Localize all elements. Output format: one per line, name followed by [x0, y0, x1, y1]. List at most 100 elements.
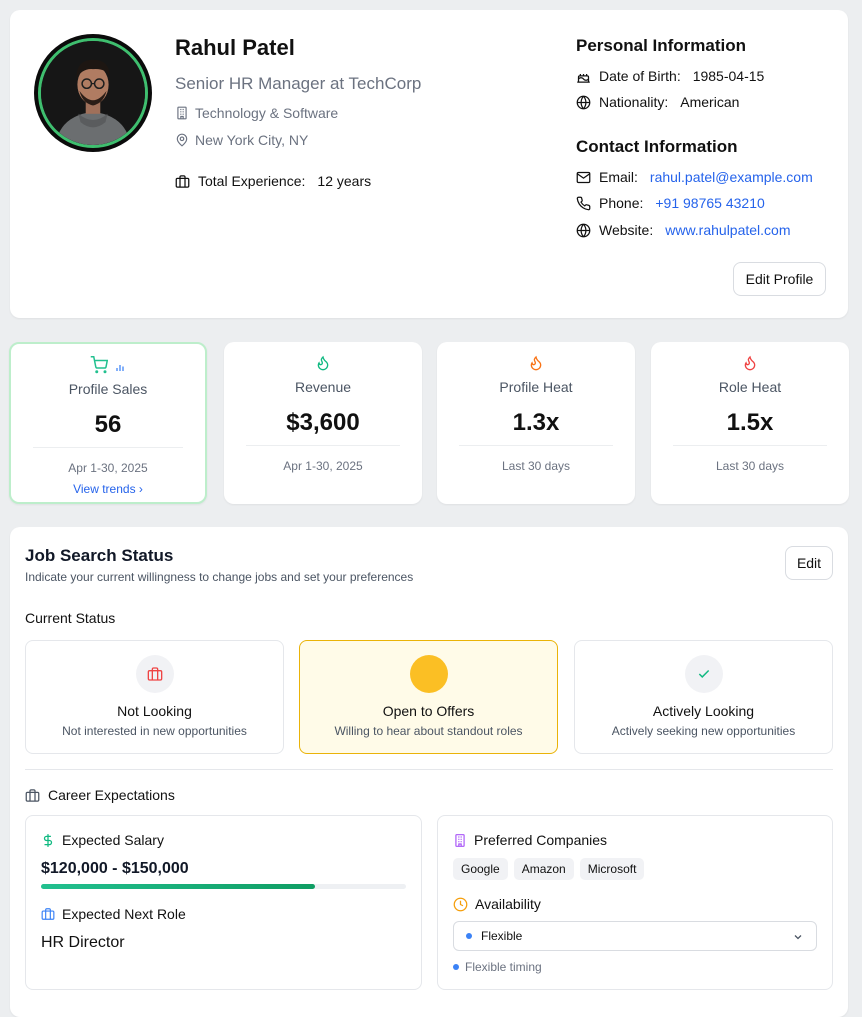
salary-bar-fill: [41, 884, 315, 889]
contact-info-heading: Contact Information: [576, 137, 738, 156]
experience-value: 12 years: [317, 173, 372, 189]
company-chips: Google Amazon Microsoft: [453, 858, 645, 880]
stat-label: Revenue: [294, 379, 352, 395]
clock-icon: [453, 897, 468, 911]
nationality-label: Nationality:: [599, 94, 669, 110]
profile-title: Senior HR Manager at TechCorp: [175, 74, 422, 93]
edit-profile-button[interactable]: Edit Profile: [733, 262, 826, 296]
stat-label: Role Heat: [718, 379, 782, 395]
mail-icon: [576, 171, 591, 183]
briefcase-icon: [175, 174, 190, 188]
stat-period: Last 30 days: [501, 459, 571, 473]
salary-value: $120,000 - $150,000: [41, 860, 189, 877]
nationality-row: Nationality: American: [576, 94, 739, 110]
stat-value: 1.5x: [726, 409, 774, 436]
profile-card: Rahul Patel Senior HR Manager at TechCor…: [10, 10, 848, 318]
globe-icon: [576, 223, 591, 237]
phone-icon: [576, 196, 591, 210]
view-trends-link[interactable]: View trends ›: [11, 482, 205, 496]
stat-value: $3,600: [286, 409, 360, 436]
circle-icon: [409, 655, 448, 693]
dob-value: 1985-04-15: [692, 68, 765, 84]
flame-icon: [317, 355, 329, 371]
status-option-label: Not Looking: [117, 703, 192, 719]
company-chip: Microsoft: [579, 858, 645, 880]
website-row: Website: www.rahulpatel.com: [576, 222, 791, 238]
email-label: Email:: [599, 169, 638, 185]
phone-link[interactable]: +91 98765 43210: [655, 195, 764, 211]
status-option-not-looking[interactable]: Not Looking Not interested in new opport…: [25, 640, 284, 754]
availability-label: Availability: [475, 896, 541, 912]
stat-label: Profile Heat: [499, 379, 573, 395]
company-chip: Google: [453, 858, 508, 880]
job-search-card: Job Search Status Indicate your current …: [10, 527, 848, 1017]
map-pin-icon: [176, 133, 188, 147]
status-option-desc: Not interested in new opportunities: [62, 724, 247, 738]
next-role-value: HR Director: [41, 934, 125, 951]
stat-period: Apr 1-30, 2025: [283, 459, 363, 473]
avatar: [34, 34, 152, 152]
flame-icon: [530, 355, 542, 371]
status-option-label: Actively Looking: [652, 703, 755, 719]
salary-role-card: Expected Salary $120,000 - $150,000 Expe…: [25, 815, 422, 990]
stat-period: Apr 1-30, 2025: [68, 461, 148, 475]
status-option-label: Open to Offers: [382, 703, 475, 719]
companies-heading: Preferred Companies: [453, 832, 607, 848]
dob-row: Date of Birth: 1985-04-15: [576, 68, 764, 84]
divider: [33, 447, 183, 448]
company-chip: Amazon: [513, 858, 574, 880]
stat-value: 1.3x: [512, 409, 560, 436]
status-option-desc: Actively seeking new opportunities: [611, 724, 796, 738]
divider: [673, 445, 827, 446]
location-row: New York City, NY: [175, 132, 308, 148]
nationality-value: American: [680, 94, 740, 110]
stat-value: 56: [94, 411, 122, 438]
status-dot: [466, 933, 472, 939]
status-option-desc: Willing to hear about standout roles: [334, 724, 523, 738]
email-row: Email: rahul.patel@example.com: [576, 169, 813, 185]
status-option-actively-looking[interactable]: Actively Looking Actively seeking new op…: [574, 640, 833, 754]
next-role-heading: Expected Next Role: [41, 906, 186, 922]
briefcase-icon: [25, 788, 40, 802]
availability-hint: Flexible timing: [453, 960, 542, 974]
availability-select[interactable]: Flexible: [453, 921, 817, 951]
salary-bar: [41, 884, 406, 889]
building-icon: [455, 833, 465, 847]
dob-label: Date of Birth:: [599, 68, 681, 84]
briefcase-icon: [147, 667, 162, 681]
cart-icon: [90, 356, 108, 374]
divider: [246, 445, 400, 446]
stat-card-profile-heat: Profile Heat 1.3x Last 30 days: [437, 342, 635, 504]
briefcase-icon: [41, 908, 55, 920]
globe-icon: [576, 95, 591, 109]
stat-card-profile-sales[interactable]: Profile Sales 56 Apr 1-30, 2025 View tre…: [9, 342, 207, 504]
phone-label: Phone:: [599, 195, 644, 211]
personal-info-heading: Personal Information: [576, 36, 747, 55]
flame-icon: [744, 355, 756, 371]
career-expectations-heading: Career Expectations: [25, 787, 175, 803]
availability-heading: Availability: [453, 896, 541, 912]
experience-label: Total Experience:: [198, 173, 306, 189]
industry-text: Technology & Software: [195, 105, 339, 121]
check-icon: [698, 669, 709, 678]
bar-chart-icon: [116, 365, 124, 371]
profile-name: Rahul Patel: [175, 35, 295, 60]
location-text: New York City, NY: [195, 132, 309, 148]
stat-label: Profile Sales: [68, 381, 148, 397]
job-search-subtitle: Indicate your current willingness to cha…: [25, 570, 414, 584]
website-link[interactable]: www.rahulpatel.com: [665, 222, 790, 238]
career-expectations-label: Career Expectations: [48, 787, 175, 803]
dollar-icon: [43, 833, 53, 847]
status-option-open-to-offers[interactable]: Open to Offers Willing to hear about sta…: [299, 640, 558, 754]
divider: [459, 445, 613, 446]
next-role-label: Expected Next Role: [62, 906, 186, 922]
availability-value: Flexible: [481, 929, 523, 943]
job-search-title: Job Search Status: [25, 546, 174, 565]
divider: [25, 769, 833, 770]
building-icon: [177, 106, 187, 120]
cake-icon: [577, 70, 590, 83]
email-link[interactable]: rahul.patel@example.com: [650, 169, 813, 185]
experience-row: Total Experience: 12 years: [175, 173, 371, 189]
edit-job-status-button[interactable]: Edit: [785, 546, 833, 580]
companies-availability-card: Preferred Companies Google Amazon Micros…: [437, 815, 833, 990]
